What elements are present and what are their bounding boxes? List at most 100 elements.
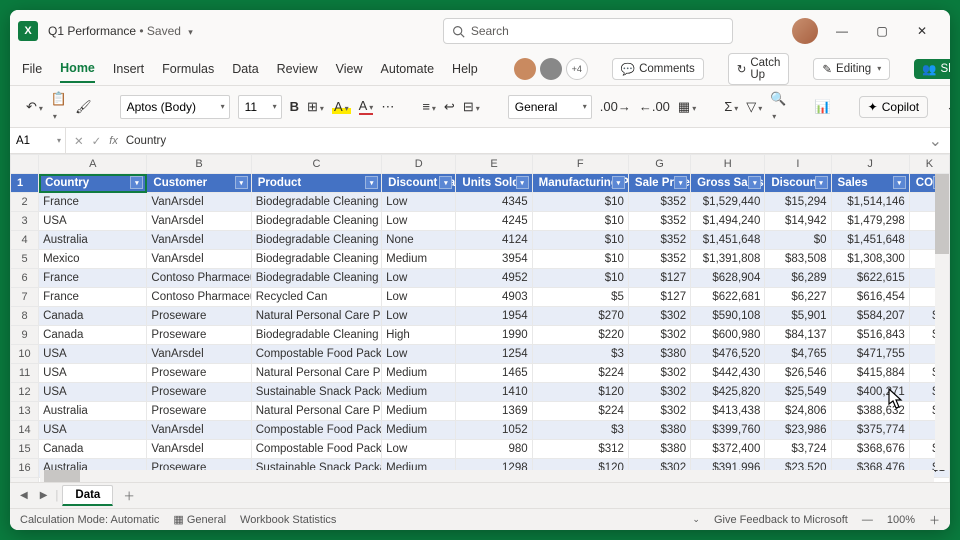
tab-automate[interactable]: Automate: [381, 56, 435, 82]
cell[interactable]: 1369: [456, 402, 532, 421]
cell[interactable]: VanArsdel: [147, 212, 251, 231]
cell[interactable]: Contoso Pharmaceuticals: [147, 269, 251, 288]
cell[interactable]: $10: [532, 231, 628, 250]
cell[interactable]: Low: [382, 193, 456, 212]
column-header[interactable]: D: [382, 155, 456, 174]
table-header-cell[interactable]: Units Sold▾: [456, 174, 532, 193]
cell[interactable]: Australia: [39, 402, 147, 421]
tab-review[interactable]: Review: [277, 56, 318, 82]
zoom-out-button[interactable]: —: [862, 514, 873, 526]
cell[interactable]: $425,820: [691, 383, 765, 402]
cell[interactable]: $352: [628, 193, 690, 212]
cell[interactable]: 1254: [456, 345, 532, 364]
cell[interactable]: Low: [382, 307, 456, 326]
cell[interactable]: High: [382, 326, 456, 345]
tab-file[interactable]: File: [22, 56, 42, 82]
editing-mode-button[interactable]: ✎ Editing: [813, 58, 890, 80]
name-box[interactable]: A1: [10, 128, 66, 153]
cell[interactable]: $476,520: [691, 345, 765, 364]
cell[interactable]: VanArsdel: [147, 250, 251, 269]
filter-icon[interactable]: ▾: [235, 176, 248, 189]
cell[interactable]: $83,508: [765, 250, 831, 269]
cell[interactable]: Medium: [382, 421, 456, 440]
cell[interactable]: Low: [382, 212, 456, 231]
row-header[interactable]: 7: [11, 288, 39, 307]
cell[interactable]: $3,724: [765, 440, 831, 459]
cell[interactable]: France: [39, 269, 147, 288]
accept-formula-icon[interactable]: ✓: [92, 134, 102, 148]
cell[interactable]: $380: [628, 421, 690, 440]
cell[interactable]: $224: [532, 402, 628, 421]
filter-icon[interactable]: ▾: [748, 176, 761, 189]
tab-data[interactable]: Data: [232, 56, 258, 82]
cancel-formula-icon[interactable]: ✕: [74, 134, 84, 148]
filter-icon[interactable]: ▾: [516, 176, 529, 189]
cell[interactable]: 1052: [456, 421, 532, 440]
formula-expand-button[interactable]: ⌄: [921, 131, 950, 151]
tab-home[interactable]: Home: [60, 55, 95, 83]
cell[interactable]: $10: [532, 269, 628, 288]
cell[interactable]: $6,289: [765, 269, 831, 288]
cell[interactable]: $23,986: [765, 421, 831, 440]
column-header[interactable]: H: [691, 155, 765, 174]
row-header[interactable]: 11: [11, 364, 39, 383]
cell[interactable]: Biodegradable Cleaning Products: [251, 250, 381, 269]
cell[interactable]: $127: [628, 288, 690, 307]
cell[interactable]: $442,430: [691, 364, 765, 383]
cell[interactable]: $1,514,146: [831, 193, 909, 212]
table-header-cell[interactable]: Product▾: [251, 174, 381, 193]
cell[interactable]: $399,760: [691, 421, 765, 440]
filter-icon[interactable]: ▾: [815, 176, 828, 189]
cell[interactable]: $400,271: [831, 383, 909, 402]
cell[interactable]: 1410: [456, 383, 532, 402]
cell[interactable]: Canada: [39, 307, 147, 326]
cell[interactable]: 4903: [456, 288, 532, 307]
cell[interactable]: $224: [532, 364, 628, 383]
row-header[interactable]: 1: [11, 174, 39, 193]
cell[interactable]: $302: [628, 326, 690, 345]
column-header[interactable]: E: [456, 155, 532, 174]
cell[interactable]: $3: [532, 421, 628, 440]
column-header[interactable]: I: [765, 155, 831, 174]
minimize-button[interactable]: —: [822, 16, 862, 46]
column-header[interactable]: J: [831, 155, 909, 174]
collab-avatar-1[interactable]: [514, 58, 536, 80]
cell[interactable]: $220: [532, 326, 628, 345]
cell[interactable]: $312: [532, 440, 628, 459]
row-header[interactable]: 5: [11, 250, 39, 269]
filter-icon[interactable]: ▾: [612, 176, 625, 189]
cell[interactable]: VanArsdel: [147, 440, 251, 459]
fx-icon[interactable]: fx: [109, 135, 118, 147]
row-header[interactable]: 17: [11, 478, 39, 483]
cell[interactable]: None: [382, 231, 456, 250]
cell[interactable]: VanArsdel: [147, 231, 251, 250]
cell[interactable]: $352: [628, 231, 690, 250]
cell[interactable]: $0: [765, 231, 831, 250]
cell[interactable]: $1,308,300: [831, 250, 909, 269]
merge-button[interactable]: ⊟: [463, 99, 480, 115]
font-color-button[interactable]: A: [359, 98, 374, 115]
filter-icon[interactable]: ▾: [674, 176, 687, 189]
cell[interactable]: Natural Personal Care Products: [251, 307, 381, 326]
cell[interactable]: Biodegradable Cleaning Products: [251, 193, 381, 212]
cell[interactable]: $4,765: [765, 345, 831, 364]
cell[interactable]: VanArsdel: [147, 421, 251, 440]
spreadsheet-grid[interactable]: ABCDEFGHIJK 1Country▾Customer▾Product▾Di…: [10, 154, 950, 482]
find-button[interactable]: 🔍: [770, 91, 786, 122]
table-header-cell[interactable]: Sales▾: [831, 174, 909, 193]
tab-insert[interactable]: Insert: [113, 56, 144, 82]
ribbon-collapse-button[interactable]: ⌄: [946, 99, 950, 115]
collab-more[interactable]: +4: [566, 58, 588, 80]
cell[interactable]: 980: [456, 440, 532, 459]
increase-decimal-button[interactable]: .00→: [600, 99, 631, 114]
cell[interactable]: $471,755: [831, 345, 909, 364]
cell[interactable]: Natural Personal Care Products: [251, 364, 381, 383]
sheet-nav-prev[interactable]: ◀: [16, 490, 32, 501]
collaborators[interactable]: +4: [514, 58, 588, 80]
cell[interactable]: $372,400: [691, 440, 765, 459]
tab-formulas[interactable]: Formulas: [162, 56, 214, 82]
filter-icon[interactable]: ▾: [365, 176, 378, 189]
font-family-select[interactable]: Aptos (Body): [120, 95, 230, 119]
undo-button[interactable]: ↶: [26, 99, 43, 115]
cell[interactable]: Canada: [39, 326, 147, 345]
